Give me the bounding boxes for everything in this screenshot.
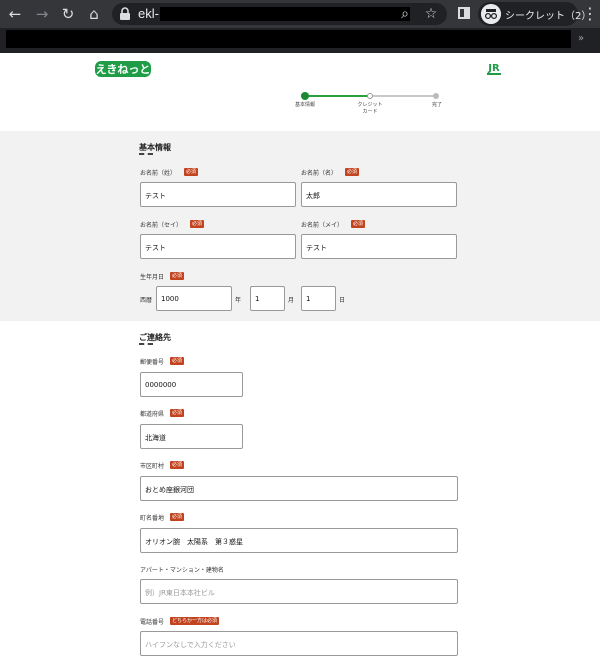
first-kana-label: お名前（メイ） (301, 222, 344, 229)
url-text[interactable]: ekl- (138, 6, 159, 21)
city-label: 市区町村 (140, 463, 165, 470)
zoom-icon[interactable]: ⌕ (396, 5, 414, 23)
first-name-label: お名前（名） (301, 170, 338, 177)
prefecture-field[interactable]: 北海道 (140, 424, 243, 449)
birth-year-value: 1000 (161, 295, 179, 303)
menu-icon[interactable]: ⋮ (582, 5, 598, 23)
postal-value: 0000000 (145, 381, 177, 389)
first-kana-field[interactable]: テスト (301, 234, 457, 259)
last-kana-value: テスト (145, 244, 166, 252)
step-done-label: 完了 (431, 102, 442, 108)
street-label: 町名番地 (140, 515, 165, 522)
back-icon[interactable]: ← (6, 5, 24, 23)
last-name-value: テスト (145, 192, 166, 200)
incognito-button[interactable]: シークレット（2） (478, 2, 591, 26)
prefecture-value: 北海道 (145, 434, 166, 442)
postal-field[interactable]: 0000000 (140, 372, 243, 397)
required-badge: 必須 (170, 357, 185, 365)
prefecture-label: 都道府県 (140, 411, 165, 418)
birth-month-field[interactable]: 1 (250, 286, 285, 311)
building-label: アパート・マンション・建物名 (140, 567, 224, 574)
birth-era-label: 西暦 (140, 297, 153, 304)
basic-info-underline (139, 153, 153, 155)
month-unit: 月 (288, 297, 295, 304)
browser-chrome: ← → ↻ ⌂ ekl- ⌕ ☆ シークレット（2） ⋮ » (0, 0, 600, 53)
step-basic-dot (301, 92, 309, 100)
progress-line-done (305, 95, 371, 97)
birth-day-value: 1 (306, 295, 311, 303)
required-badge: 必須 (345, 168, 360, 176)
step-card-dot (367, 93, 373, 99)
building-field[interactable]: 例）JR東日本本社ビル (140, 579, 458, 604)
phone-required-badge: どちらか一方は必須 (170, 617, 220, 625)
street-field[interactable]: オリオン腕 太陽系 第３惑星 (140, 528, 458, 553)
last-name-label: お名前（姓） (140, 170, 177, 177)
incognito-icon (481, 4, 501, 24)
required-badge: 必須 (170, 272, 185, 280)
ekinet-logo[interactable]: えきねっと (95, 61, 151, 77)
side-panel-icon[interactable] (458, 7, 470, 19)
required-badge: 必須 (351, 220, 366, 228)
forward-icon[interactable]: → (33, 5, 51, 23)
url-redaction (160, 7, 410, 21)
last-name-field[interactable]: テスト (140, 182, 296, 207)
star-icon[interactable]: ☆ (422, 5, 440, 23)
phone-placeholder: ハイフンなしで入力ください (145, 641, 236, 649)
required-badge: 必須 (170, 409, 185, 417)
ekinet-logo-text: えきねっと (96, 63, 151, 76)
city-value: おとめ座銀河団 (145, 486, 194, 494)
city-field[interactable]: おとめ座銀河団 (140, 476, 458, 501)
home-icon[interactable]: ⌂ (85, 5, 103, 23)
first-kana-value: テスト (306, 244, 327, 252)
required-badge: 必須 (170, 513, 185, 521)
reload-icon[interactable]: ↻ (59, 5, 77, 23)
basic-info-section: 基本情報 お名前（姓） 必須 テスト お名前（名） 必須 太郎 お名前（セイ） … (0, 131, 600, 321)
year-unit: 年 (235, 297, 242, 304)
lock-icon[interactable] (118, 6, 132, 22)
step-card-label: クレジット カード (357, 102, 383, 115)
first-name-field[interactable]: 太郎 (301, 182, 457, 207)
incognito-label: シークレット（2） (505, 11, 592, 22)
street-value: オリオン腕 太陽系 第３惑星 (145, 538, 243, 546)
browser-toolbar: ← → ↻ ⌂ ekl- ⌕ ☆ シークレット（2） ⋮ (0, 0, 600, 28)
bookmarks-bar-redaction (6, 30, 571, 48)
building-placeholder: 例）JR東日本本社ビル (145, 589, 215, 597)
basic-info-title: 基本情報 (139, 143, 171, 152)
birth-day-field[interactable]: 1 (301, 286, 336, 311)
progress-line-todo (371, 95, 436, 97)
day-unit: 日 (339, 297, 346, 304)
step-done-dot (433, 93, 439, 99)
phone-label: 電話番号 (140, 619, 165, 626)
jr-logo-text: JR (487, 63, 500, 74)
contact-underline (139, 343, 153, 345)
first-name-value: 太郎 (306, 192, 320, 200)
required-badge: 必須 (184, 168, 199, 176)
address-bar[interactable]: ekl- ⌕ ☆ (112, 3, 447, 25)
contact-title: ご連絡先 (139, 333, 171, 342)
jr-logo: JR (487, 63, 501, 75)
last-kana-field[interactable]: テスト (140, 234, 296, 259)
step-basic-label: 基本情報 (294, 102, 315, 108)
postal-label: 郵便番号 (140, 359, 165, 366)
birth-month-value: 1 (255, 295, 260, 303)
bookmarks-overflow-icon[interactable]: » (578, 33, 594, 45)
birthdate-label: 生年月日 (140, 274, 165, 281)
last-kana-label: お名前（セイ） (140, 222, 183, 229)
contact-section: ご連絡先 郵便番号 必須 0000000 都道府県 必須 北海道 市区町村 必須… (0, 321, 600, 656)
required-badge: 必須 (170, 461, 185, 469)
required-badge: 必須 (190, 220, 205, 228)
birth-year-field[interactable]: 1000 (156, 286, 232, 311)
